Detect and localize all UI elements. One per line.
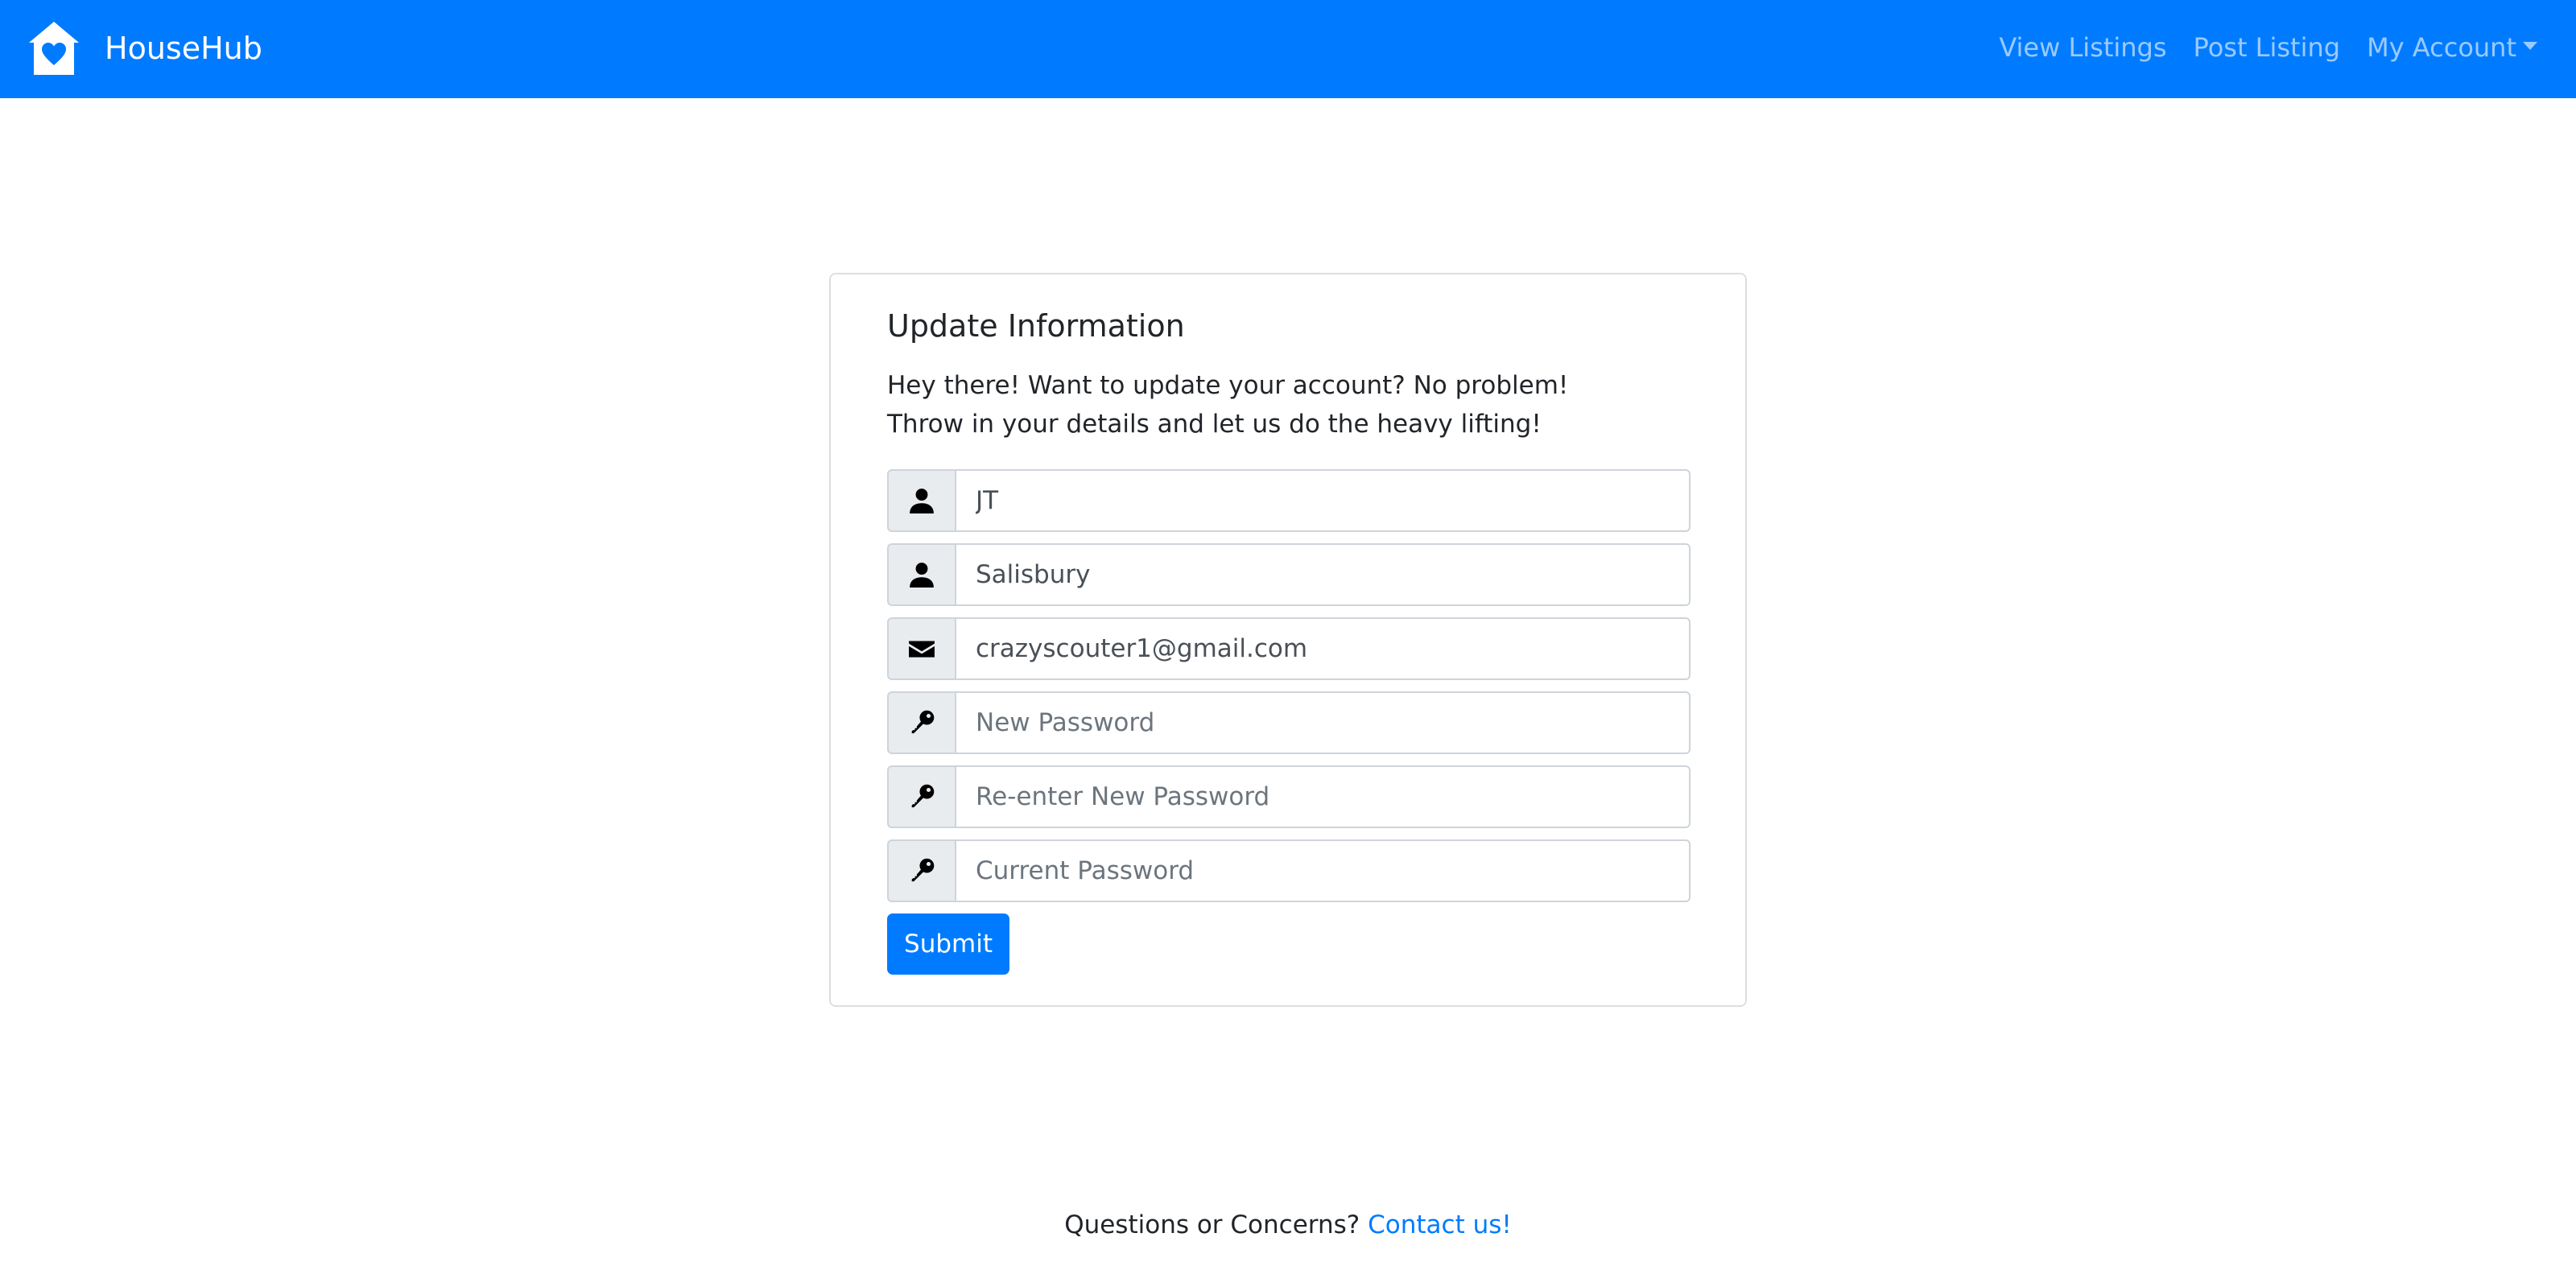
first-name-input[interactable] — [955, 469, 1690, 532]
nav-dropdown-my-account[interactable]: My Account — [2367, 32, 2537, 63]
my-account-label: My Account — [2367, 32, 2516, 63]
chevron-down-icon — [2523, 42, 2537, 51]
description-line-1: Hey there! Want to update your account? … — [887, 371, 1569, 400]
nav-link-view-listings[interactable]: View Listings — [1999, 32, 2166, 63]
brand-link[interactable]: HouseHub — [29, 22, 262, 75]
nav-link-post-listing[interactable]: Post Listing — [2194, 32, 2341, 63]
current-password-group — [887, 839, 1690, 902]
update-info-card: Update Information Hey there! Want to up… — [829, 273, 1747, 1007]
brand-name: HouseHub — [105, 31, 262, 66]
person-icon — [910, 489, 934, 513]
first-name-addon — [887, 469, 955, 532]
new-password-group — [887, 691, 1690, 754]
current-password-input[interactable] — [955, 839, 1690, 902]
key-icon — [911, 710, 935, 734]
confirm-password-group — [887, 765, 1690, 828]
description-line-2: Throw in your details and let us do the … — [887, 410, 1542, 439]
confirm-password-addon — [887, 765, 955, 828]
key-icon — [911, 858, 935, 882]
footer-text: Questions or Concerns? — [1064, 1210, 1360, 1239]
email-input[interactable] — [955, 617, 1690, 680]
key-icon — [911, 784, 935, 808]
confirm-password-input[interactable] — [955, 765, 1690, 828]
email-group — [887, 617, 1690, 680]
current-password-addon — [887, 839, 955, 902]
footer: Questions or Concerns? Contact us! — [0, 1210, 2576, 1240]
first-name-group — [887, 469, 1690, 532]
card-description: Hey there! Want to update your account? … — [887, 366, 1568, 443]
email-addon — [887, 617, 955, 680]
last-name-addon — [887, 543, 955, 606]
nav-links: View Listings Post Listing My Account — [1972, 32, 2537, 63]
new-password-input[interactable] — [955, 691, 1690, 754]
submit-button[interactable]: Submit — [887, 913, 1009, 975]
contact-us-link[interactable]: Contact us! — [1368, 1210, 1512, 1239]
person-icon — [910, 563, 934, 588]
new-password-addon — [887, 691, 955, 754]
last-name-group — [887, 543, 1690, 606]
navbar: HouseHub View Listings Post Listing My A… — [0, 0, 2576, 98]
last-name-input[interactable] — [955, 543, 1690, 606]
card-title: Update Information — [887, 308, 1185, 344]
house-heart-icon — [29, 22, 79, 75]
envelope-icon — [909, 641, 935, 658]
